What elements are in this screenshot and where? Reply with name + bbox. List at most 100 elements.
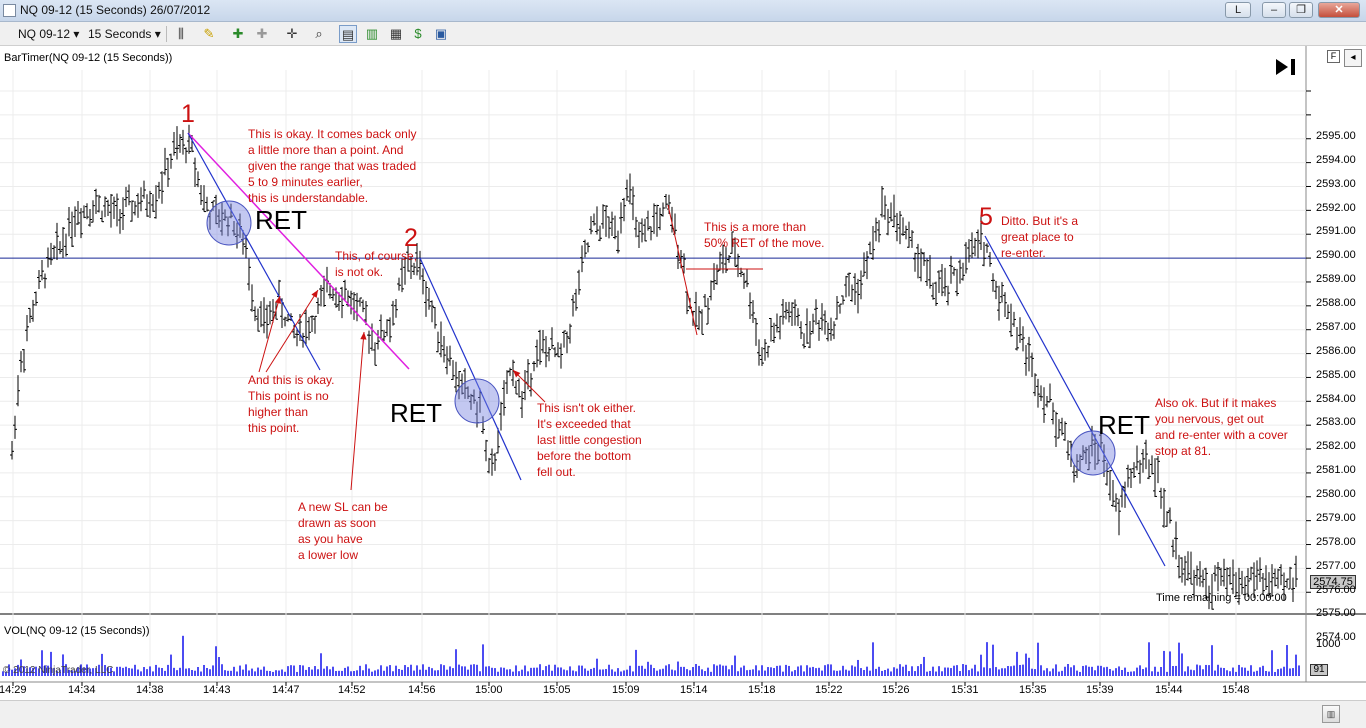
time-tick-label: 14:38 [136,684,164,696]
ohlc-bar [898,211,902,245]
ohlc-bar [124,186,128,208]
arrow-shaft [265,289,319,373]
ohlc-bar [313,315,317,334]
ohlc-bar [955,268,959,297]
ohlc-bar [442,335,446,363]
note-okay-comes-back: This is okay. It comes back only a littl… [248,127,417,205]
ohlc-bar [118,209,122,234]
jump-to-end-icon[interactable] [1274,57,1298,77]
ohlc-bar [1063,421,1067,441]
ohlc-bar [1003,292,1007,317]
ohlc-bar [199,185,203,205]
ohlc-bar [139,187,143,212]
ohlc-bar [340,286,344,319]
ohlc-bar [877,220,881,243]
ohlc-bar [1180,557,1184,583]
ohlc-bar [1150,455,1154,475]
ohlc-bar [901,217,905,236]
ohlc-bar [106,199,110,216]
axis-arrow-button[interactable]: ◂ [1344,49,1362,67]
ohlc-bar [631,186,635,221]
ohlc-bar [187,124,191,154]
ohlc-bar [1147,459,1151,480]
ohlc-bar [163,147,167,176]
ohlc-bar [391,300,395,326]
ohlc-bar [1174,521,1178,560]
horizontal-scrollbar[interactable]: ▥ [0,700,1366,728]
ohlc-bar [1126,464,1130,488]
ohlc-bar [946,285,950,306]
ohlc-bar [1153,458,1157,498]
ohlc-bar [1198,561,1202,587]
ohlc-bar [1009,303,1013,337]
ohlc-bar [1132,462,1136,479]
price-tick-label: 2591.00 [1316,225,1356,238]
scroll-thumb[interactable]: ▥ [1322,705,1340,723]
ohlc-bar [1255,560,1259,590]
ohlc-bar [1294,555,1298,588]
bartimer-label: BarTimer(NQ 09-12 (15 Seconds)) [4,52,173,64]
ohlc-bar [1141,448,1145,473]
ohlc-bar [376,330,380,350]
ohlc-bar [865,251,869,280]
ohlc-bar [343,279,347,300]
price-tick-label: 2587.00 [1316,320,1356,333]
ohlc-bar [880,186,884,218]
time-tick-label: 15:05 [543,684,571,696]
ohlc-bar [586,242,590,253]
ret-label-3: RET [1098,410,1150,440]
f-button[interactable]: F [1327,50,1340,63]
ohlc-bar [607,216,611,239]
ohlc-bar [1039,385,1043,402]
ohlc-bar [853,273,857,305]
ohlc-bar [850,284,854,302]
ohlc-bar [844,275,848,298]
time-tick-label: 15:31 [951,684,979,696]
ohlc-bar [1117,498,1121,536]
ohlc-bar [127,184,131,206]
ohlc-bar [610,211,614,236]
ohlc-bar [970,232,974,259]
ohlc-bar [835,295,839,320]
ohlc-bar [655,204,659,237]
arrow-head [311,290,318,298]
ohlc-bar [490,448,494,476]
ohlc-bar [61,226,65,258]
ohlc-bar [262,297,266,334]
ohlc-bar [916,243,920,279]
ohlc-bar [601,204,605,229]
price-tick-label: 2594.00 [1316,153,1356,166]
ohlc-bar [193,157,197,187]
ohlc-bar [256,308,260,332]
ohlc-bar [565,331,569,354]
ohlc-bar [700,309,704,335]
ohlc-bar [430,300,434,323]
time-remaining: Time remaining = 00:00:00 [1156,592,1287,604]
price-tick-label: 2588.00 [1316,297,1356,310]
copyright-text: © 2012 NinjaTrader, LLC [3,665,114,676]
ohlc-bar [910,230,914,248]
time-tick-label: 15:18 [748,684,776,696]
ohlc-bar [952,267,956,276]
ohlc-bar [184,147,188,164]
time-tick-label: 15:44 [1155,684,1183,696]
ohlc-bar [64,233,68,257]
ohlc-bar [802,333,806,349]
ohlc-bar [1162,488,1166,528]
ohlc-bar [133,201,137,216]
ohlc-bar [1060,417,1064,436]
price-tick-label: 2589.00 [1316,273,1356,286]
ohlc-bar [379,314,383,340]
price-tick-label: 2593.00 [1316,177,1356,190]
ohlc-bar [37,269,41,289]
ohlc-bar [544,336,548,368]
ohlc-bar [520,391,524,419]
price-chart[interactable] [0,0,1366,728]
ohlc-bar [589,216,593,235]
ohlc-bar [1201,569,1205,588]
ohlc-bar [1240,570,1244,595]
ohlc-bar [121,197,125,231]
ohlc-bar [841,295,845,305]
ohlc-bar [1279,564,1283,586]
ohlc-bar [304,309,308,346]
